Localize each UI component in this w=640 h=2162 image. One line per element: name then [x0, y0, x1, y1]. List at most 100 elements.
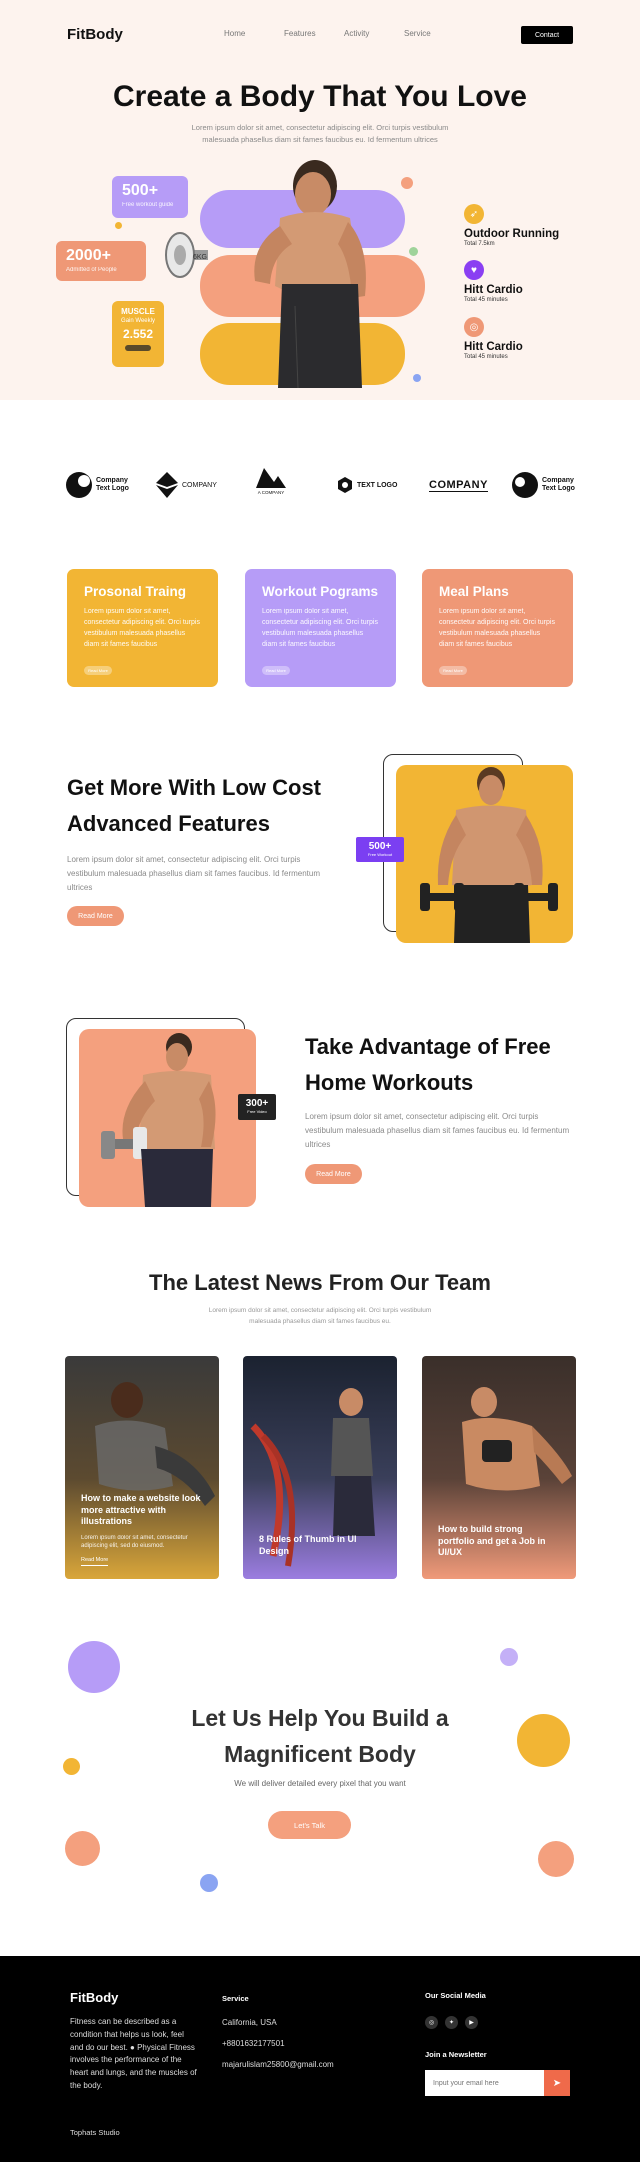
circle-logo-icon [66, 472, 92, 498]
activity-cardio-2: ◎ Hitt Cardio Total 45 minutes [464, 317, 523, 360]
cta-title-line2: Magnificent Body [224, 1741, 416, 1767]
youtube-icon[interactable]: ▶ [465, 2016, 478, 2029]
footer-service-heading: Service [222, 1994, 249, 2003]
activity-sub: Total 45 minutes [464, 354, 508, 360]
news-card-text: Lorem ipsum dolor sit amet, consectetur … [81, 1535, 188, 1550]
feature2-title: Take Advantage of Free Home Workouts [305, 1029, 551, 1101]
muscle-number: 2.552 [122, 327, 154, 341]
footer-social-heading: Our Social Media [425, 1991, 486, 2000]
partner-logo: A COMPANY [256, 468, 286, 502]
instagram-icon[interactable]: ◎ [425, 2016, 438, 2029]
muscle-title: MUSCLE [121, 307, 155, 316]
service-card-workout[interactable]: Workout Pograms Lorem ipsum dolor sit am… [245, 569, 396, 687]
service-text: Lorem ipsum dolor sit amet, consectetur … [439, 608, 555, 648]
service-title: Prosonal Traing [84, 584, 187, 599]
partner-logo: COMPANY [429, 468, 488, 502]
news-card-3[interactable]: How to build strong portfolio and get a … [422, 1356, 576, 1579]
stat-number: 500+ [122, 182, 159, 199]
service-card-meal[interactable]: Meal Plans Lorem ipsum dolor sit amet, c… [422, 569, 573, 687]
service-card-training[interactable]: Prosonal Traing Lorem ipsum dolor sit am… [67, 569, 218, 687]
cta-subtitle: We will deliver detailed every pixel tha… [234, 1779, 406, 1788]
footer-email[interactable]: majarulislam25800@gmail.com [222, 2060, 334, 2069]
athlete-curl-image [101, 1033, 216, 1207]
service-text: Lorem ipsum dolor sit amet, consectetur … [262, 608, 378, 648]
feature2-badge: 300+ Free Video [238, 1094, 276, 1120]
partner-logo-text: A COMPANY [257, 490, 285, 495]
news-read-more-link[interactable]: Read More [81, 1557, 109, 1566]
partner-logo: Company Text Logo [512, 468, 575, 502]
athlete-dumbbells-image [420, 767, 558, 943]
heart-icon: ♥ [464, 260, 484, 280]
news-card-title: 8 Rules of Thumb in UI Design [259, 1534, 357, 1556]
feature2-title-line2: Home Workouts [305, 1070, 474, 1095]
stat-card-people: 2000+ Admitted of People [56, 241, 146, 281]
muscle-subtitle: Gain Weekly [121, 318, 155, 324]
service-title: Workout Pograms [262, 584, 379, 599]
footer: FitBody Fitness can be described as a co… [0, 1956, 640, 2162]
news-card-2[interactable]: 8 Rules of Thumb in UI Design [243, 1356, 397, 1579]
newsletter-email-input[interactable] [425, 2070, 544, 2096]
send-arrow-icon[interactable]: ➤ [544, 2070, 570, 2096]
footer-newsletter-heading: Join a Newsletter [425, 2050, 487, 2059]
stat-number: 2000+ [66, 247, 111, 264]
dumbbell-icon: 6KG [165, 232, 208, 278]
partner-logo-text: Company Text Logo [542, 476, 575, 492]
diamond-logo-icon [156, 472, 178, 498]
service-read-more-button[interactable]: Read More [84, 666, 112, 675]
activity-title: Hitt Cardio [464, 341, 523, 353]
partner-logo-text: Company Text Logo [96, 476, 129, 492]
footer-description: Fitness can be described as a condition … [70, 2017, 197, 2090]
feature2-text: Lorem ipsum dolor sit amet, consectetur … [305, 1112, 570, 1149]
news-title: The Latest News From Our Team [149, 1270, 491, 1295]
svg-text:6KG: 6KG [193, 254, 207, 261]
news-card-title: How to make a website look more attracti… [81, 1493, 201, 1527]
feature1-title-line1: Get More With Low Cost [67, 775, 322, 800]
partner-logo-text: TEXT LOGO [357, 481, 398, 489]
activity-title: Hitt Cardio [464, 284, 523, 296]
cta-title: Let Us Help You Build a Magnificent Body [0, 1700, 640, 1772]
service-read-more-button[interactable]: Read More [262, 666, 290, 675]
activity-sub: Total 45 minutes [464, 297, 508, 303]
feature2-read-more-button[interactable]: Read More [305, 1164, 362, 1184]
feature1-title-line2: Advanced Features [67, 811, 270, 836]
footer-logo[interactable]: FitBody [70, 1990, 118, 2005]
cardio-icon: ◎ [464, 317, 484, 337]
service-title: Meal Plans [439, 584, 509, 599]
feature1-badge: 500+ Free Workout [356, 837, 404, 862]
feature1-title: Get More With Low Cost Advanced Features [67, 770, 321, 842]
moon-logo-icon [512, 472, 538, 498]
decor-dot [538, 1841, 574, 1877]
hexagon-logo-icon [338, 477, 352, 493]
service-read-more-button[interactable]: Read More [439, 666, 467, 675]
partner-logo: COMPANY [156, 468, 217, 502]
news-subtitle: Lorem ipsum dolor sit amet, consectetur … [208, 1307, 432, 1325]
lets-talk-button[interactable]: Let's Talk [268, 1811, 351, 1839]
badge-label: Free Workout [367, 852, 393, 857]
stat-label: Admitted of People [66, 267, 117, 273]
stat-card-muscle: MUSCLE Gain Weekly 2.552 [112, 301, 164, 367]
feature2-photo [79, 1029, 256, 1207]
decor-dot [500, 1648, 518, 1666]
decor-dot [409, 247, 418, 256]
hero-visual: 6KG 500+ Free workout guide 2000+ Admitt… [0, 0, 640, 400]
decor-dot [413, 374, 421, 382]
partner-logo-text: COMPANY [429, 478, 488, 492]
decor-dot [115, 222, 122, 229]
stat-card-workouts: 500+ Free workout guide [112, 176, 188, 218]
badge-label: Free Video [247, 1109, 267, 1114]
decor-dot [200, 1874, 218, 1892]
feature2-title-line1: Take Advantage of Free [305, 1034, 551, 1059]
badge-number: 300+ [245, 1098, 269, 1109]
activity-cardio-1: ♥ Hitt Cardio Total 45 minutes [464, 260, 523, 303]
footer-phone[interactable]: +8801632177501 [222, 2039, 285, 2048]
hero-section: FitBody Home Features Activity Service C… [0, 0, 640, 400]
feature1-text: Lorem ipsum dolor sit amet, consectetur … [67, 855, 321, 892]
partner-logos: Company Text Logo COMPANY A COMPANY TEXT… [66, 468, 576, 502]
feature1-photo [396, 765, 573, 943]
news-card-title: How to build strong portfolio and get a … [438, 1524, 546, 1558]
feature1-read-more-button[interactable]: Read More [67, 906, 124, 926]
twitter-icon[interactable]: ✦ [445, 2016, 458, 2029]
news-card-1[interactable]: How to make a website look more attracti… [65, 1356, 219, 1579]
decor-dot [68, 1641, 120, 1693]
stat-label: Free workout guide [122, 202, 174, 208]
